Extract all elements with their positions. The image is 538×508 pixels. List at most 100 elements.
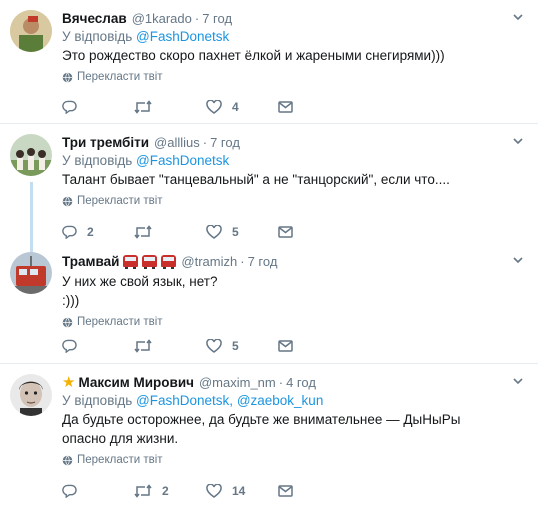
avatar[interactable] [10,134,52,176]
translate-link[interactable]: Перекласти твіт [62,314,524,330]
tweet-header: Трамвай @tramizh · 7 год [62,252,524,270]
tram-emoji [161,255,177,269]
tweet-header: Вячеслав @1karado · 7 год [62,9,524,27]
retweet-icon [134,100,152,114]
separator-dot: · [202,134,208,150]
like-count: 5 [232,225,239,239]
retweet-count: 2 [162,484,169,498]
timestamp[interactable]: 4 год [286,375,316,390]
message-button[interactable] [278,101,350,113]
retweet-icon [134,484,152,498]
reply-mention[interactable]: @FashDonetsk [136,153,229,168]
translate-link[interactable]: Перекласти твіт [62,69,524,85]
reply-icon [62,339,77,353]
like-icon [206,225,222,239]
retweet-icon [134,225,152,239]
message-icon [278,226,293,238]
separator-dot: · [278,374,284,390]
reply-context: У відповідь @FashDonetsk, @zaebok_kun [62,393,524,408]
translate-link[interactable]: Перекласти твіт [62,452,524,468]
reply-context: У відповідь @FashDonetsk [62,153,524,168]
globe-icon [62,72,73,82]
reply-button[interactable] [62,100,134,114]
reply-icon [62,484,77,498]
tweet-text: Да будьте осторожнее, да будьте же внима… [62,412,461,446]
message-icon [278,485,293,497]
reply-button[interactable] [62,484,134,498]
like-button[interactable]: 14 [206,484,278,498]
reply-mention[interactable]: @FashDonetsk [136,29,229,44]
separator-dot: · [194,10,200,26]
tweet-header: ★ Максим Мирович @maxim_nm · 4 год [62,373,524,391]
reply-prefix: У відповідь [62,153,133,168]
avatar[interactable] [10,374,52,416]
like-count: 14 [232,484,246,498]
author-name[interactable]: Три трембіти [62,135,149,150]
like-button[interactable]: 4 [206,100,278,114]
thread-line [30,182,33,254]
tweet-4[interactable]: ★ Максим Мирович @maxim_nm · 4 год У від… [0,364,538,508]
caret-down-icon[interactable] [512,254,524,266]
tweet-text: Талант бывает "танцевальный" а не "танцо… [62,172,450,187]
message-button[interactable] [278,485,350,497]
tweet-text-line-2: :))) [62,293,80,308]
translate-label[interactable]: Перекласти твіт [77,316,163,328]
timestamp[interactable]: 7 год [248,254,278,269]
reply-button[interactable] [62,339,134,353]
tweet-2[interactable]: Три трембіти @alllius · 7 год У відповід… [0,124,538,254]
reply-prefix: У відповідь [62,393,133,408]
like-count: 4 [232,100,239,114]
reply-context: У відповідь @FashDonetsk [62,29,524,44]
caret-down-icon[interactable] [512,11,524,23]
separator-dot: · [240,253,245,269]
like-icon [206,484,222,498]
translate-label[interactable]: Перекласти твіт [77,454,163,466]
message-button[interactable] [278,340,350,352]
retweet-button[interactable] [134,339,206,353]
reply-icon [62,100,77,114]
tram-emoji [123,255,139,269]
reply-mention[interactable]: @FashDonetsk [136,393,229,408]
star-icon: ★ [62,374,76,391]
tweet-header: Три трембіти @alllius · 7 год [62,133,524,151]
caret-down-icon[interactable] [512,375,524,387]
retweet-icon [134,339,152,353]
tweet-text: У них же свой язык, нет? [62,274,218,289]
retweet-button[interactable]: 2 [134,484,206,498]
translate-label[interactable]: Перекласти твіт [77,71,163,83]
like-count: 5 [232,339,239,353]
author-handle[interactable]: @tramizh [181,254,237,269]
like-button[interactable]: 5 [206,225,278,239]
avatar[interactable] [10,10,52,52]
message-icon [278,340,293,352]
message-button[interactable] [278,226,350,238]
like-icon [206,339,222,353]
globe-icon [62,196,73,206]
author-handle[interactable]: @alllius [154,135,200,150]
reply-count: 2 [87,225,94,239]
translate-label[interactable]: Перекласти твіт [77,195,163,207]
tweet-3[interactable]: Трамвай @tramizh · 7 год У них же свой я… [0,250,538,364]
timestamp[interactable]: 7 год [210,135,240,150]
timestamp[interactable]: 7 год [202,11,232,26]
tweet-1[interactable]: Вячеслав @1karado · 7 год У відповідь @F… [0,0,538,124]
reply-icon [62,225,77,239]
reply-prefix: У відповідь [62,29,133,44]
author-name[interactable]: Максим Мирович [78,375,194,390]
message-icon [278,101,293,113]
tweet-text: Это рождество скоро пахнет ёлкой и жарен… [62,48,445,63]
author-name[interactable]: Вячеслав [62,11,127,26]
retweet-button[interactable] [134,100,206,114]
like-button[interactable]: 5 [206,339,278,353]
translate-link[interactable]: Перекласти твіт [62,193,524,209]
author-handle[interactable]: @maxim_nm [199,375,276,390]
retweet-button[interactable] [134,225,206,239]
author-name[interactable]: Трамвай [62,254,119,269]
author-handle[interactable]: @1karado [132,11,192,26]
like-icon [206,100,222,114]
caret-down-icon[interactable] [512,135,524,147]
avatar[interactable] [10,252,52,294]
reply-mention[interactable]: @zaebok_kun [237,393,324,408]
reply-button[interactable]: 2 [62,225,134,239]
globe-icon [62,317,73,327]
